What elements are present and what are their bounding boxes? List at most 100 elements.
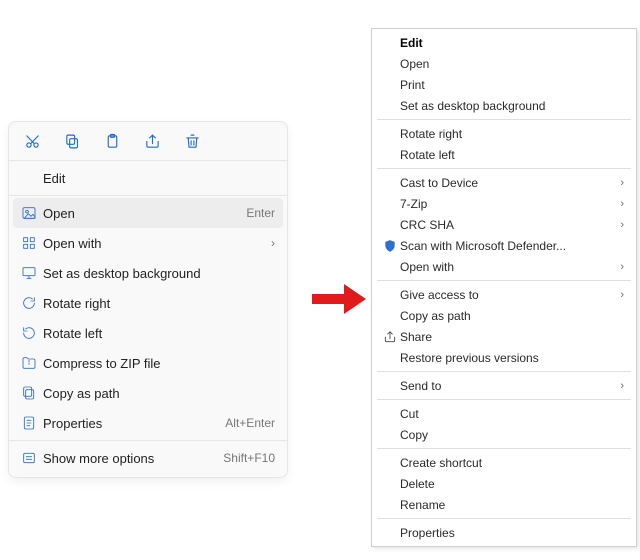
menu-item-print[interactable]: Print [374, 74, 634, 95]
chevron-right-icon: › [620, 177, 624, 189]
menu-item-more[interactable]: Show more optionsShift+F10 [9, 443, 287, 473]
menu-item-7zip[interactable]: 7-Zip› [374, 193, 634, 214]
rotate-r-icon [21, 295, 43, 311]
shield-icon [380, 239, 400, 253]
chevron-right-icon: › [620, 219, 624, 231]
paste-icon[interactable] [103, 132, 121, 150]
menu-item-label: Restore previous versions [400, 351, 624, 365]
menu-item-label: Set as desktop background [400, 99, 624, 113]
menu-item-label: Properties [43, 416, 225, 431]
menu-item-open-with[interactable]: Open with› [9, 228, 287, 258]
divider [9, 195, 287, 196]
chevron-right-icon: › [620, 380, 624, 392]
divider [377, 119, 631, 120]
menu-item-label: Properties [400, 526, 624, 540]
delete-icon[interactable] [183, 132, 201, 150]
menu-item-label: Show more options [43, 451, 223, 466]
menu-item-rotate-l[interactable]: Rotate left [374, 144, 634, 165]
menu-item-set-bg[interactable]: Set as desktop background [9, 258, 287, 288]
menu-item-label: Open [43, 206, 246, 221]
menu-item-label: Set as desktop background [43, 266, 275, 281]
menu-item-label: Rotate right [400, 127, 624, 141]
menu-item-send-to[interactable]: Send to› [374, 375, 634, 396]
menu-item-label: 7-Zip [400, 197, 620, 211]
menu-item-rotate-r[interactable]: Rotate right [374, 123, 634, 144]
menu-item-properties[interactable]: Properties [374, 522, 634, 543]
menu-item-properties[interactable]: PropertiesAlt+Enter [9, 408, 287, 438]
more-icon [21, 450, 43, 466]
menu-item-delete[interactable]: Delete [374, 473, 634, 494]
menu-item-share[interactable]: Share [374, 326, 634, 347]
classic-context-menu: Edit Open Print Set as desktop background Ro… [371, 28, 637, 547]
divider [9, 440, 287, 441]
divider [377, 518, 631, 519]
menu-item-label: Rotate left [43, 326, 275, 341]
menu-item-crc[interactable]: CRC SHA› [374, 214, 634, 235]
menu-item-label: Print [400, 78, 624, 92]
menu-item-label: Edit [43, 171, 275, 186]
menu-item-label: Scan with Microsoft Defender... [400, 239, 624, 253]
menu-item-label: Edit [400, 36, 624, 50]
menu-item-defender[interactable]: Scan with Microsoft Defender... [374, 235, 634, 256]
zip-icon [21, 355, 43, 371]
share-icon[interactable] [143, 132, 161, 150]
menu-item-label: Give access to [400, 288, 620, 302]
menu-item-copy-path[interactable]: Copy as path [9, 378, 287, 408]
menu-item-label: Copy as path [400, 309, 624, 323]
menu-item-edit[interactable]: Edit [374, 32, 634, 53]
menu-item-label: Send to [400, 379, 620, 393]
menu-item-shortcut[interactable]: Create shortcut [374, 452, 634, 473]
menu-item-give-access[interactable]: Give access to› [374, 284, 634, 305]
divider [9, 160, 287, 161]
chevron-right-icon: › [620, 198, 624, 210]
menu-item-accelerator: Alt+Enter [225, 416, 275, 430]
transition-arrow-icon [312, 284, 366, 314]
menu-item-label: CRC SHA [400, 218, 620, 232]
menu-item-label: Open with [400, 260, 620, 274]
menu-item-label: Cast to Device [400, 176, 620, 190]
menu-item-open[interactable]: OpenEnter [13, 198, 283, 228]
menu-item-cast[interactable]: Cast to Device› [374, 172, 634, 193]
menu-item-label: Open with [43, 236, 271, 251]
share-icon [380, 330, 400, 344]
divider [377, 399, 631, 400]
copy-path-icon [21, 385, 43, 401]
chevron-right-icon: › [620, 289, 624, 301]
divider [377, 371, 631, 372]
monitor-icon [21, 265, 43, 281]
menu-item-open-with[interactable]: Open with› [374, 256, 634, 277]
menu-item-restore[interactable]: Restore previous versions [374, 347, 634, 368]
rotate-l-icon [21, 325, 43, 341]
copy-icon[interactable] [63, 132, 81, 150]
menu-item-label: Rotate left [400, 148, 624, 162]
menu-item-label: Rename [400, 498, 624, 512]
menu-item-label: Share [400, 330, 624, 344]
menu-item-label: Cut [400, 407, 624, 421]
menu-item-cut[interactable]: Cut [374, 403, 634, 424]
win11-context-menu: EditOpenEnterOpen with›Set as desktop ba… [8, 121, 288, 478]
menu-item-accelerator: Shift+F10 [223, 451, 275, 465]
menu-item-label: Open [400, 57, 624, 71]
menu-item-rotate-r[interactable]: Rotate right [9, 288, 287, 318]
menu-item-set-bg[interactable]: Set as desktop background [374, 95, 634, 116]
cut-icon[interactable] [23, 132, 41, 150]
divider [377, 168, 631, 169]
chevron-right-icon: › [271, 236, 275, 250]
menu-item-accelerator: Enter [246, 206, 275, 220]
menu-item-label: Copy [400, 428, 624, 442]
menu-item-zip[interactable]: Compress to ZIP file [9, 348, 287, 378]
menu-item-edit[interactable]: Edit [9, 163, 287, 193]
menu-item-copy[interactable]: Copy [374, 424, 634, 445]
grid-icon [21, 235, 43, 251]
menu-item-label: Delete [400, 477, 624, 491]
menu-item-open[interactable]: Open [374, 53, 634, 74]
menu-item-label: Copy as path [43, 386, 275, 401]
chevron-right-icon: › [620, 261, 624, 273]
menu-item-label: Create shortcut [400, 456, 624, 470]
divider [377, 448, 631, 449]
properties-icon [21, 415, 43, 431]
menu-item-label: Compress to ZIP file [43, 356, 275, 371]
menu-item-rotate-l[interactable]: Rotate left [9, 318, 287, 348]
menu-item-rename[interactable]: Rename [374, 494, 634, 515]
menu-item-copy-path[interactable]: Copy as path [374, 305, 634, 326]
